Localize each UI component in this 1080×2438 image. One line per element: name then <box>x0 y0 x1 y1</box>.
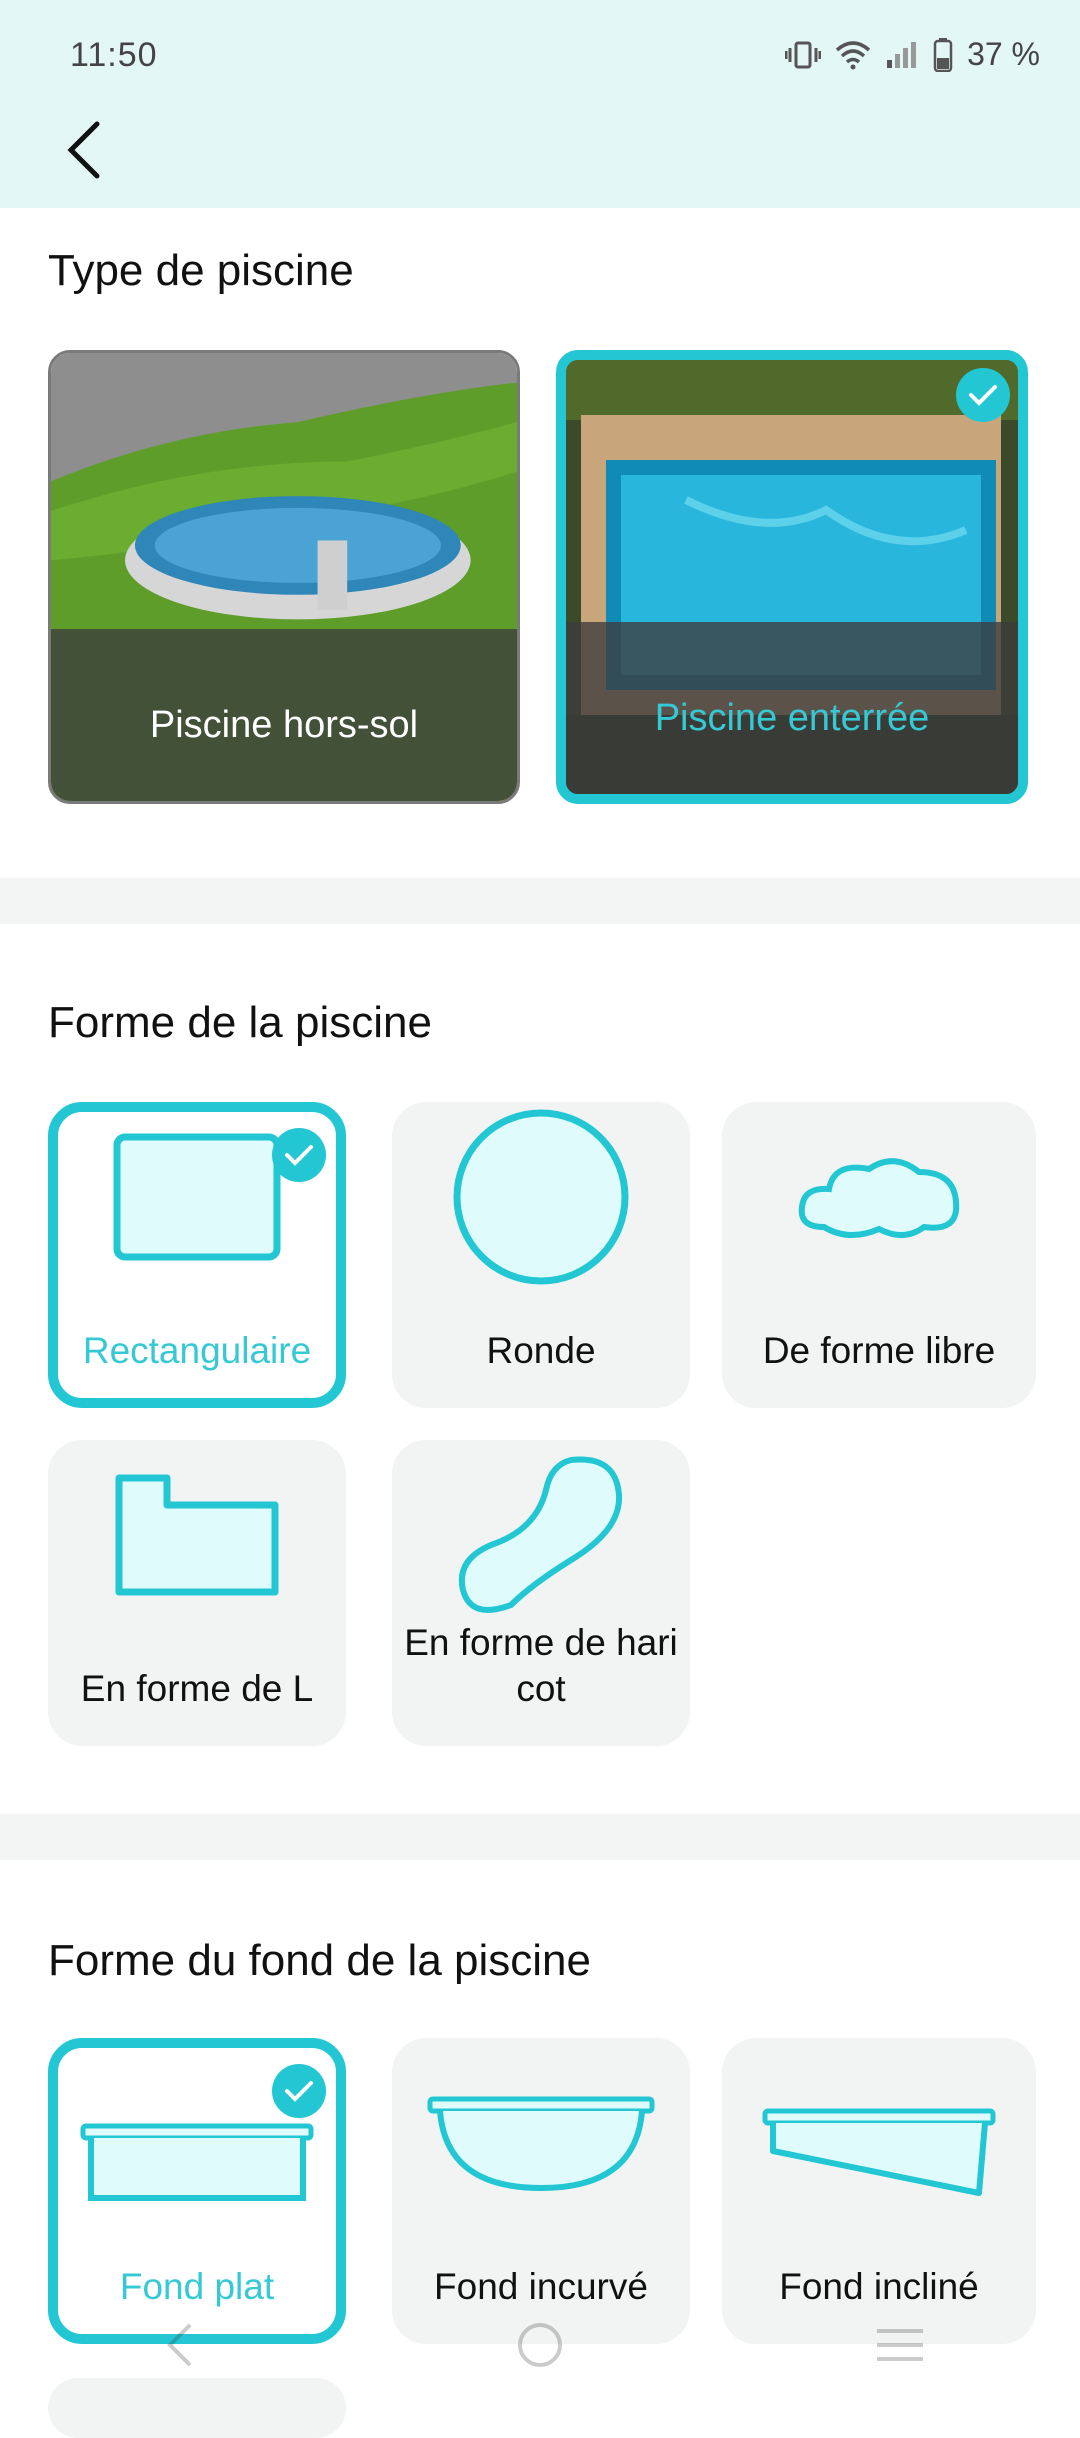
battery-level: 37 % <box>967 36 1040 72</box>
status-time: 11:50 <box>70 36 158 74</box>
back-button[interactable] <box>50 110 120 190</box>
app-header: 11:50 37 % <box>0 0 1080 208</box>
shape-label: Rectangulaire <box>82 1330 312 1371</box>
pool-bottom-title: Forme du fond de la piscine <box>48 1936 591 1985</box>
system-nav-bar <box>0 2290 1080 2400</box>
type-label-overlay: Piscine hors-sol <box>51 629 517 801</box>
nav-recents-icon[interactable] <box>855 2300 945 2390</box>
shape-label: En forme de L <box>80 1668 314 1709</box>
shape-option-round[interactable]: Ronde <box>392 1102 690 1408</box>
pool-type-above-ground[interactable]: Piscine hors-sol <box>48 350 520 804</box>
wifi-icon <box>835 40 871 69</box>
signal-icon <box>887 41 917 68</box>
pool-type-in-ground[interactable]: Piscine enterrée <box>556 350 1028 804</box>
section-divider <box>0 878 1080 924</box>
nav-back-icon[interactable] <box>135 2300 225 2390</box>
shape-label: En forme de haricot <box>404 1622 678 1709</box>
sloped-bottom-icon <box>722 2078 1036 2228</box>
pool-shape-title: Forme de la piscine <box>48 998 432 1047</box>
type-label: Piscine enterrée <box>654 696 930 739</box>
selected-check-icon <box>272 2064 326 2118</box>
selected-check-icon <box>956 368 1010 422</box>
back-arrow-icon <box>67 121 100 179</box>
shape-label: Ronde <box>486 1330 596 1371</box>
l-shape-pool-icon <box>48 1460 346 1610</box>
pool-type-title: Type de piscine <box>48 246 354 295</box>
shape-option-bean[interactable]: En forme de haricot <box>392 1440 690 1746</box>
round-pool-icon <box>392 1109 690 1285</box>
nav-home-icon[interactable] <box>495 2300 585 2390</box>
freeform-pool-icon <box>722 1122 1036 1272</box>
battery-icon <box>933 37 953 72</box>
shape-option-freeform[interactable]: De forme libre <box>722 1102 1036 1408</box>
vibrate-icon <box>785 41 822 68</box>
type-label: Piscine hors-sol <box>149 703 419 746</box>
curved-bottom-icon <box>392 2068 690 2218</box>
selected-check-icon <box>272 1128 326 1182</box>
section-divider <box>0 1814 1080 1860</box>
shape-option-rectangular[interactable]: Rectangulaire <box>48 1102 346 1408</box>
bean-shape-pool-icon <box>392 1456 690 1613</box>
status-icons: 37 % <box>785 36 1040 73</box>
shape-label: De forme libre <box>762 1330 996 1371</box>
type-label-overlay: Piscine enterrée <box>566 622 1018 794</box>
shape-option-l-shape[interactable]: En forme de L <box>48 1440 346 1746</box>
